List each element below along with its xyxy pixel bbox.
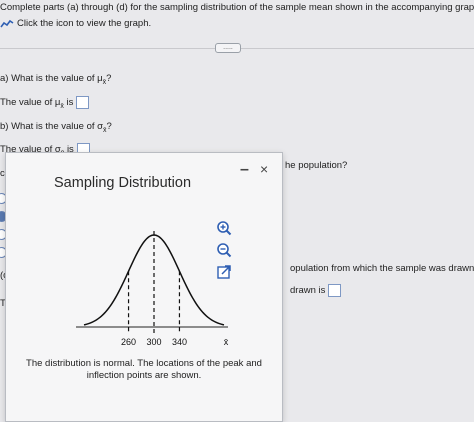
distribution-caption: The distribution is normal. The location… — [26, 358, 262, 381]
tick-label-300: 300 — [146, 337, 161, 347]
tick-label-340: 340 — [172, 337, 187, 347]
graph-link-text: Click the icon to view the graph. — [17, 18, 152, 29]
answer-d-line: drawn is — [290, 284, 342, 297]
more-button[interactable]: ..... — [215, 43, 241, 53]
instruction-text: Complete parts (a) through (d) for the s… — [0, 2, 474, 13]
answer-d-input[interactable] — [328, 284, 342, 297]
x-axis-label: x̄ — [224, 337, 229, 347]
answer-a-input[interactable] — [76, 96, 90, 109]
external-link-icon[interactable] — [216, 264, 232, 280]
zoom-out-icon[interactable] — [216, 242, 232, 258]
minimize-button[interactable]: – — [240, 161, 249, 179]
sampling-distribution-popup: – × Sampling Distribution 260 300 340 x̄ Th… — [5, 152, 283, 422]
question-a: a) What is the value of μx̄? — [0, 73, 112, 86]
sampling-distribution-chart: 260 300 340 x̄ — [76, 231, 229, 347]
close-button[interactable]: × — [260, 161, 268, 177]
question-b: b) What is the value of σx̄? — [0, 121, 112, 134]
instructions-header: Complete parts (a) through (d) for the s… — [0, 0, 474, 46]
zoom-in-icon[interactable] — [216, 220, 232, 236]
graph-link-line[interactable]: Click the icon to view the graph. — [0, 18, 151, 29]
tick-label-260: 260 — [121, 337, 136, 347]
popup-title: Sampling Distribution — [54, 175, 192, 191]
question-c-tail: he population? — [285, 160, 348, 171]
graph-icon[interactable] — [0, 19, 14, 29]
answer-a-line: The value of μx̄ is — [0, 96, 90, 110]
question-d-tail: opulation from which the sample was draw… — [290, 263, 474, 274]
